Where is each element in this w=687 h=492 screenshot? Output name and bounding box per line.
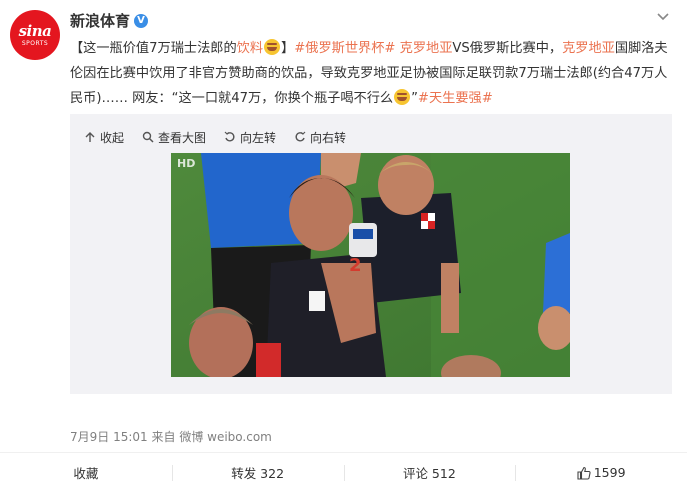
timestamp[interactable]: 7月9日 15:01 xyxy=(70,430,148,444)
favorite-button[interactable]: 收藏 xyxy=(0,453,172,492)
football-photo: 2 HD xyxy=(171,153,570,377)
comment-label: 评论 512 xyxy=(402,466,456,481)
hashtag-link[interactable]: #天生要强# xyxy=(418,91,493,106)
arrow-up-icon xyxy=(85,132,95,142)
rotate-right-label: 向右转 xyxy=(310,130,347,145)
favorite-label: 收藏 xyxy=(73,466,99,481)
rotate-left-label: 向左转 xyxy=(240,130,277,145)
laugh-cry-emoji-icon xyxy=(394,89,411,105)
media-viewer: 收起 查看大图 向左转 向右转 2 HD xyxy=(70,114,672,394)
post-text: 【这一瓶价值7万瑞士法郎的饮料 】#俄罗斯世界杯# 克罗地亚VS俄罗斯比赛中，克罗… xyxy=(70,36,675,111)
like-count: 1599 xyxy=(593,465,626,480)
rotate-right-button[interactable]: 向右转 xyxy=(294,128,346,146)
hashtag-link[interactable]: #俄罗斯世界杯# xyxy=(294,41,395,56)
verified-badge-icon: V xyxy=(134,14,148,28)
post-meta: 7月9日 15:01 来自 微博 weibo.com xyxy=(70,428,272,445)
laugh-cry-emoji-icon xyxy=(264,39,281,55)
post-text-segment: 【这一瓶价值7万瑞士法郎的 xyxy=(70,41,237,56)
rotate-right-icon xyxy=(295,131,306,142)
topic-link[interactable]: 克罗地亚 xyxy=(400,41,453,56)
post-text-segment: ” xyxy=(411,91,418,106)
rotate-left-icon xyxy=(224,131,235,142)
collapse-button[interactable]: 收起 xyxy=(84,128,124,146)
rotate-left-button[interactable]: 向左转 xyxy=(224,128,276,146)
post-photo[interactable]: 2 HD xyxy=(171,153,570,377)
repost-label: 转发 322 xyxy=(231,466,285,481)
account-name[interactable]: 新浪体育 xyxy=(70,10,130,32)
chevron-down-icon[interactable] xyxy=(655,8,671,24)
action-bar: 收藏 转发 322 评论 512 1599 xyxy=(0,452,687,492)
repost-button[interactable]: 转发 322 xyxy=(171,453,344,492)
topic-link[interactable]: 克罗地亚 xyxy=(562,41,615,56)
thumbs-up-icon xyxy=(577,466,591,480)
view-large-label: 查看大图 xyxy=(158,130,207,145)
hd-watermark: HD xyxy=(177,157,195,170)
search-icon xyxy=(142,131,154,143)
post-source: 来自 微博 weibo.com xyxy=(151,430,272,444)
jersey-number: 2 xyxy=(349,255,362,276)
topic-link[interactable]: 饮料 xyxy=(237,41,263,56)
avatar-sublogo: SPORTS xyxy=(21,40,49,47)
media-toolbar: 收起 查看大图 向左转 向右转 xyxy=(84,128,346,146)
comment-button[interactable]: 评论 512 xyxy=(343,453,516,492)
collapse-label: 收起 xyxy=(100,130,125,145)
post-text-segment: VS俄罗斯比赛中， xyxy=(452,41,563,56)
like-button[interactable]: 1599 xyxy=(515,453,687,492)
avatar-logo: sina xyxy=(18,22,52,40)
avatar[interactable]: sina SPORTS xyxy=(10,10,60,60)
post-text-segment: 】 xyxy=(281,41,295,56)
view-large-button[interactable]: 查看大图 xyxy=(142,128,206,146)
